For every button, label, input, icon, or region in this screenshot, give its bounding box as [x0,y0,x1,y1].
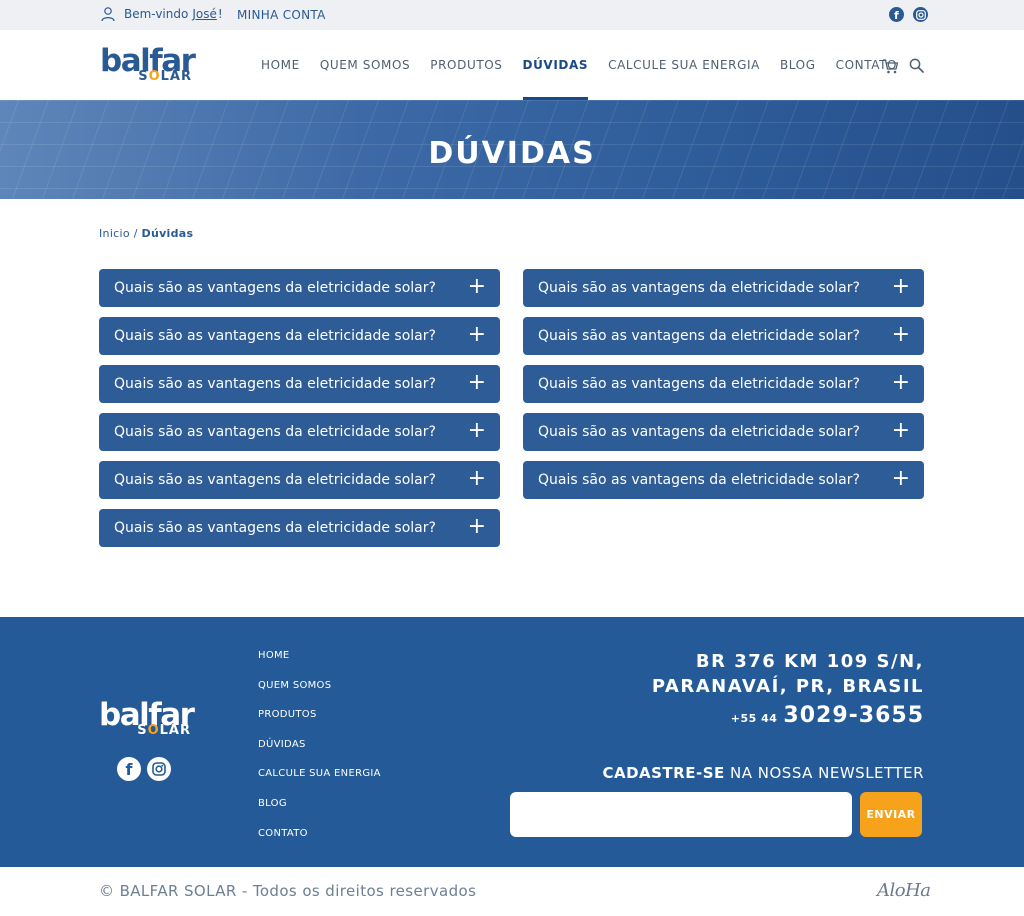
footer-link-produtos[interactable]: PRODUTOS [258,709,381,739]
top-social-links: f [889,7,928,22]
breadcrumb-separator: / [133,227,138,240]
faq-item[interactable]: Quais são as vantagens da eletricidade s… [99,365,500,403]
user-name-link[interactable]: José [192,7,217,21]
faq-item[interactable]: Quais são as vantagens da eletricidade s… [523,269,924,307]
plus-icon[interactable]: + [892,324,910,346]
footer-social-links: f [117,757,171,781]
phone-country-code: +55 44 [730,712,778,725]
svg-text:f: f [894,9,899,20]
faq-question: Quais são as vantagens da eletricidade s… [114,280,436,296]
newsletter-heading: CADASTRE-SE NA NOSSA NEWSLETTER [602,764,924,782]
plus-icon[interactable]: + [468,468,486,490]
main-nav: HOME QUEM SOMOS PRODUTOS DÚVIDAS CALCULE… [261,30,917,100]
footer-nav: HOME QUEM SOMOS PRODUTOS DÚVIDAS CALCULE… [258,650,381,857]
nav-blog[interactable]: BLOG [780,30,816,100]
agency-credit-logo[interactable]: AloHa [877,880,931,901]
nav-produtos[interactable]: PRODUTOS [430,30,502,100]
footer-link-blog[interactable]: BLOG [258,798,381,828]
nav-home[interactable]: HOME [261,30,300,100]
nav-calcule-sua-energia[interactable]: CALCULE SUA ENERGIA [608,30,760,100]
top-utility-bar: Bem-vindo José ! MINHA CONTA f [0,0,1024,30]
greeting-text: Bem-vindo [124,7,189,21]
faq-question: Quais são as vantagens da eletricidade s… [538,328,860,344]
faq-item[interactable]: Quais são as vantagens da eletricidade s… [99,461,500,499]
copyright-bar: © BALFAR SOLAR - Todos os direitos reser… [0,867,1024,916]
faq-item[interactable]: Quais são as vantagens da eletricidade s… [99,509,500,547]
faq-item[interactable]: Quais são as vantagens da eletricidade s… [523,365,924,403]
cart-icon[interactable] [882,58,899,74]
site-footer: balfar SOLAR f HOME QUEM SOMOS PRODUTOS … [0,617,1024,867]
greeting-exclaim: ! [217,7,223,21]
newsletter-heading-bold: CADASTRE-SE [602,764,725,782]
faq-question: Quais são as vantagens da eletricidade s… [114,424,436,440]
breadcrumb: Inicio / Dúvidas [99,227,193,240]
faq-item[interactable]: Quais são as vantagens da eletricidade s… [99,269,500,307]
site-header: balfar SOLAR HOME QUEM SOMOS PRODUTOS DÚ… [0,30,1024,100]
user-greeting[interactable]: Bem-vindo José ! [100,6,223,22]
faq-question: Quais são as vantagens da eletricidade s… [114,376,436,392]
instagram-icon[interactable] [147,757,171,781]
footer-link-contato[interactable]: CONTATO [258,828,381,858]
my-account-link[interactable]: MINHA CONTA [237,8,326,22]
facebook-icon[interactable]: f [117,757,141,781]
address-line-2: PARANAVAÍ, PR, BRASIL [651,676,924,697]
company-address: BR 376 KM 109 S/N, PARANAVAÍ, PR, BRASIL [652,649,924,699]
plus-icon[interactable]: + [468,420,486,442]
plus-icon[interactable]: + [892,276,910,298]
faq-item[interactable]: Quais são as vantagens da eletricidade s… [99,413,500,451]
svg-text:f: f [126,761,134,777]
footer-link-duvidas[interactable]: DÚVIDAS [258,739,381,769]
balfar-solar-logo[interactable]: balfar SOLAR [100,46,202,85]
faq-item[interactable]: Quais são as vantagens da eletricidade s… [523,317,924,355]
faq-item[interactable]: Quais são as vantagens da eletricidade s… [523,461,924,499]
search-icon[interactable] [909,58,924,73]
footer-link-home[interactable]: HOME [258,650,381,680]
page-title: DÚVIDAS [428,136,596,171]
header-icons [882,58,924,74]
address-line-1: BR 376 KM 109 S/N, [695,651,924,672]
footer-link-calcule-sua-energia[interactable]: CALCULE SUA ENERGIA [258,768,381,798]
user-icon [101,7,115,22]
logo-subtitle: SOLAR [138,69,192,84]
plus-icon[interactable]: + [468,276,486,298]
faq-question: Quais são as vantagens da eletricidade s… [114,520,436,536]
plus-icon[interactable]: + [892,372,910,394]
faq-question: Quais são as vantagens da eletricidade s… [538,472,860,488]
nav-duvidas[interactable]: DÚVIDAS [522,30,589,100]
faq-question: Quais são as vantagens da eletricidade s… [114,328,436,344]
faq-item[interactable]: Quais são as vantagens da eletricidade s… [99,317,500,355]
page-banner: DÚVIDAS [0,100,1024,199]
newsletter-email-input[interactable] [510,792,852,837]
breadcrumb-home[interactable]: Inicio [99,227,130,240]
breadcrumb-current: Dúvidas [141,227,194,240]
copyright-text: © BALFAR SOLAR - Todos os direitos reser… [99,882,477,900]
footer-logo-subtitle: SOLAR [137,723,191,738]
plus-icon[interactable]: + [468,372,486,394]
newsletter-heading-rest: NA NOSSA NEWSLETTER [724,764,924,782]
plus-icon[interactable]: + [468,516,486,538]
plus-icon[interactable]: + [892,420,910,442]
faq-question: Quais são as vantagens da eletricidade s… [538,424,860,440]
instagram-icon[interactable] [913,7,928,22]
footer-logo[interactable]: balfar SOLAR [99,700,201,739]
nav-quem-somos[interactable]: QUEM SOMOS [320,30,410,100]
facebook-icon[interactable]: f [889,7,904,22]
faq-item[interactable]: Quais são as vantagens da eletricidade s… [523,413,924,451]
phone-number: 3029-3655 [783,703,924,728]
company-phone: +55 44 3029-3655 [731,703,924,728]
plus-icon[interactable]: + [468,324,486,346]
newsletter-send-button[interactable]: ENVIAR [860,792,922,837]
plus-icon[interactable]: + [892,468,910,490]
faq-question: Quais são as vantagens da eletricidade s… [114,472,436,488]
footer-link-quem-somos[interactable]: QUEM SOMOS [258,680,381,710]
faq-question: Quais são as vantagens da eletricidade s… [538,376,860,392]
faq-question: Quais são as vantagens da eletricidade s… [538,280,860,296]
